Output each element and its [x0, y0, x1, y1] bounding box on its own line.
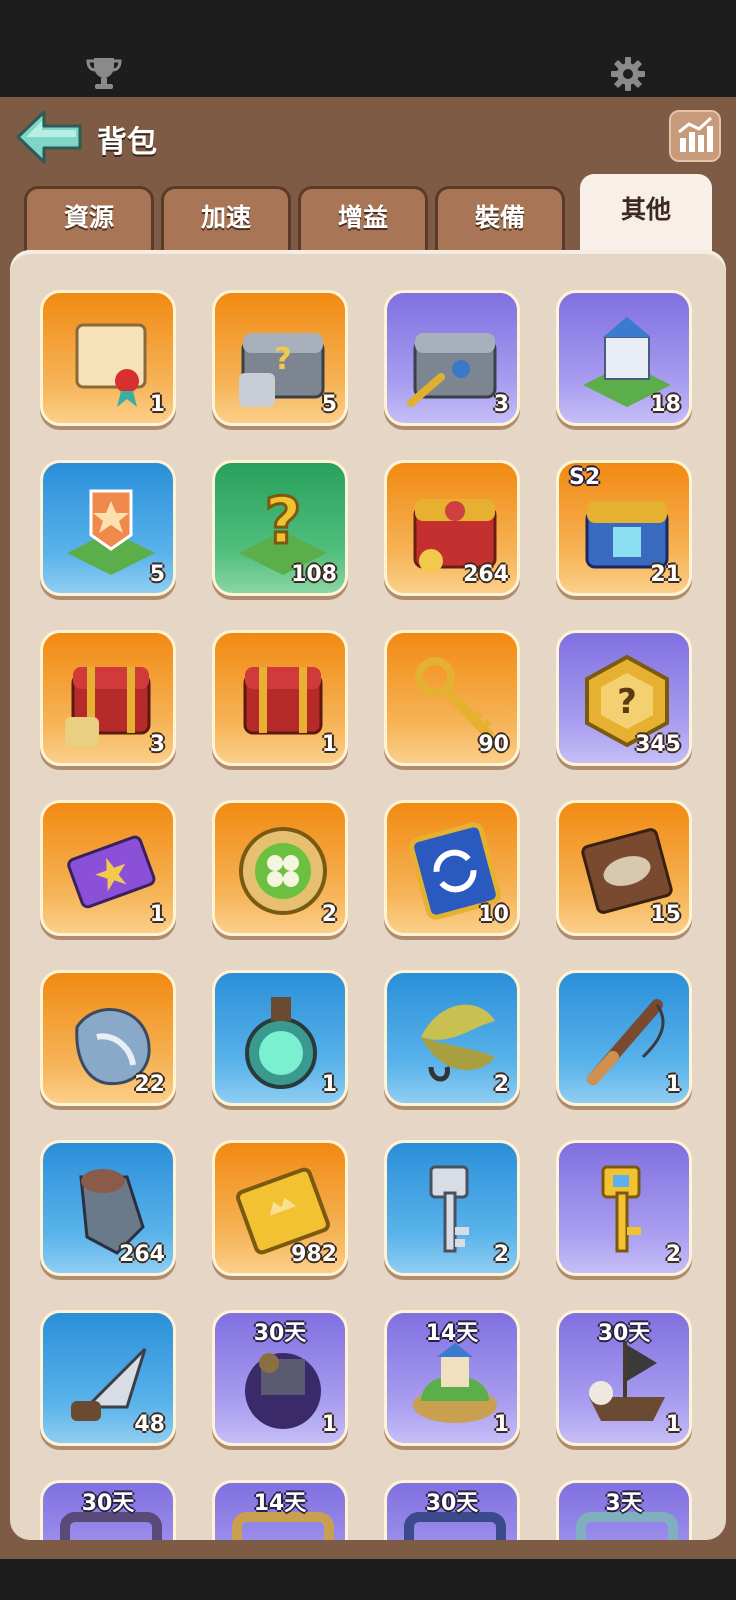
inventory-item[interactable]: 1 [212, 630, 348, 766]
inventory-item[interactable]: ? 108 [212, 460, 348, 596]
inventory-item[interactable]: 3 [384, 290, 520, 426]
inventory-item[interactable]: 3 [40, 630, 176, 766]
inventory-item[interactable]: 1 [556, 970, 692, 1106]
inventory-item[interactable]: 30天 1 [212, 1310, 348, 1446]
item-quantity: 2 [665, 1242, 681, 1267]
duration-badge: 3天 [605, 1491, 643, 1516]
inventory-item[interactable]: 3天 [556, 1480, 692, 1540]
duration-badge: 14天 [253, 1491, 307, 1516]
item-quantity: 1 [149, 392, 165, 417]
inventory-item[interactable]: 90 [384, 630, 520, 766]
svg-text:?: ? [274, 342, 291, 377]
item-quantity: 21 [650, 562, 681, 587]
item-quantity: 264 [119, 1242, 165, 1267]
item-quantity: 1 [321, 1412, 337, 1437]
item-quantity: 1 [321, 732, 337, 757]
inventory-item[interactable]: 2 [556, 1140, 692, 1276]
item-quantity: 982 [291, 1242, 337, 1267]
item-quantity: 345 [635, 732, 681, 757]
item-quantity: 2 [493, 1242, 509, 1267]
inventory-item[interactable]: 1 [40, 800, 176, 936]
inventory-panel: 1? 5 3 18 5? 108 264 S2 21 3 1 90? 345 1 2 10 15 22 1 2 1 264… [10, 250, 726, 1540]
item-quantity: 1 [149, 902, 165, 927]
tab-1[interactable]: 資源 [24, 186, 154, 252]
inventory-item[interactable]: 30天 [384, 1480, 520, 1540]
inventory-item[interactable]: 1 [212, 970, 348, 1106]
inventory-item[interactable]: 2 [212, 800, 348, 936]
item-quantity: 2 [321, 902, 337, 927]
inventory-item[interactable]: ? 345 [556, 630, 692, 766]
tab-3[interactable]: 增益 [298, 186, 428, 252]
page-title: 背包 [97, 125, 157, 160]
item-quantity: 10 [478, 902, 509, 927]
back-arrow-icon[interactable] [14, 108, 86, 166]
gear-icon[interactable] [610, 56, 646, 92]
item-quantity: 5 [321, 392, 337, 417]
trophy-icon[interactable] [86, 56, 122, 90]
item-quantity: 1 [665, 1412, 681, 1437]
inventory-item[interactable]: 30天 [40, 1480, 176, 1540]
inventory-item[interactable]: 264 [40, 1140, 176, 1276]
inventory-item[interactable]: 48 [40, 1310, 176, 1446]
stats-button[interactable] [669, 110, 721, 162]
inventory-item[interactable]: ? 5 [212, 290, 348, 426]
item-quantity: 108 [291, 562, 337, 587]
inventory-item[interactable]: 5 [40, 460, 176, 596]
duration-badge: S2 [569, 465, 601, 490]
item-quantity: 1 [321, 1072, 337, 1097]
inventory-item[interactable]: 18 [556, 290, 692, 426]
inventory-item[interactable]: 10 [384, 800, 520, 936]
item-quantity: 264 [463, 562, 509, 587]
inventory-item[interactable]: 22 [40, 970, 176, 1106]
inventory-item[interactable]: 982 [212, 1140, 348, 1276]
svg-text:?: ? [617, 682, 637, 722]
item-quantity: 90 [478, 732, 509, 757]
inventory-item[interactable]: 264 [384, 460, 520, 596]
tab-2[interactable]: 加速 [161, 186, 291, 252]
svg-text:?: ? [264, 485, 301, 559]
inventory-item[interactable]: 14天 [212, 1480, 348, 1540]
tab-5[interactable]: 其他 [580, 174, 712, 254]
inventory-item[interactable]: 1 [40, 290, 176, 426]
inventory-item[interactable]: 14天 1 [384, 1310, 520, 1446]
item-quantity: 3 [493, 392, 509, 417]
inventory-item[interactable]: 2 [384, 1140, 520, 1276]
bar-chart-icon [678, 116, 713, 152]
duration-badge: 14天 [425, 1321, 479, 1346]
tab-4[interactable]: 裝備 [435, 186, 565, 252]
duration-badge: 30天 [425, 1491, 479, 1516]
item-quantity: 5 [149, 562, 165, 587]
duration-badge: 30天 [253, 1321, 307, 1346]
item-quantity: 2 [493, 1072, 509, 1097]
item-quantity: 1 [665, 1072, 681, 1097]
item-quantity: 22 [134, 1072, 165, 1097]
inventory-item[interactable]: 15 [556, 800, 692, 936]
item-quantity: 48 [134, 1412, 165, 1437]
item-quantity: 15 [650, 902, 681, 927]
item-quantity: 3 [149, 732, 165, 757]
bottom-nav-bar [0, 1559, 736, 1600]
duration-badge: 30天 [597, 1321, 651, 1346]
inventory-item[interactable]: 30天 1 [556, 1310, 692, 1446]
inventory-item[interactable]: 2 [384, 970, 520, 1106]
top-status-bar [0, 0, 736, 97]
item-quantity: 1 [493, 1412, 509, 1437]
item-quantity: 18 [650, 392, 681, 417]
inventory-item[interactable]: S2 21 [556, 460, 692, 596]
duration-badge: 30天 [81, 1491, 135, 1516]
